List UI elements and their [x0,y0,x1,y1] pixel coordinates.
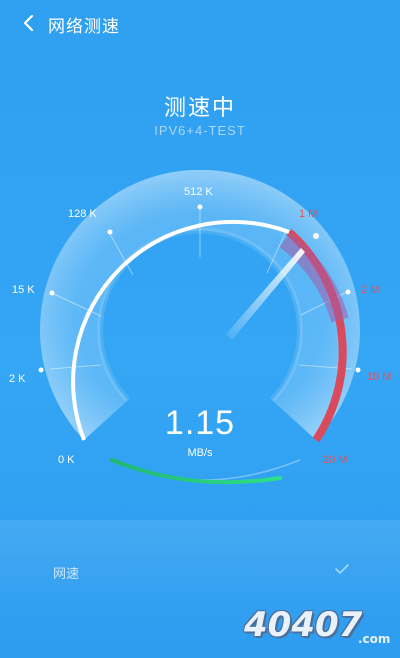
gauge-progress-dot [313,233,319,239]
speed-value: 1.15 [164,404,236,442]
net-speed-label: 网速 [53,566,80,581]
tick-label: 10 M [367,371,391,383]
test-server-name: IPV6+4-TEST [154,123,246,138]
tick-label: 2 M [361,284,379,296]
tick-label: 128 K [68,208,97,220]
check-icon [335,564,349,574]
gauge-progress-arc [110,458,282,485]
watermark-logo: 40407 [244,605,363,645]
tick-label: 512 K [184,186,213,198]
chevron-left-icon[interactable] [18,12,40,34]
watermark-suffix: .com [358,632,391,646]
tick-label: 1 M [299,208,317,220]
tick-label: 2 K [9,373,26,385]
page-title: 网络测速 [48,17,120,36]
top-bar: 网络测速 [0,0,400,48]
test-status: 测速中 [163,95,236,120]
tick-label: 15 K [12,284,35,296]
speed-unit: MB/s [187,447,213,459]
